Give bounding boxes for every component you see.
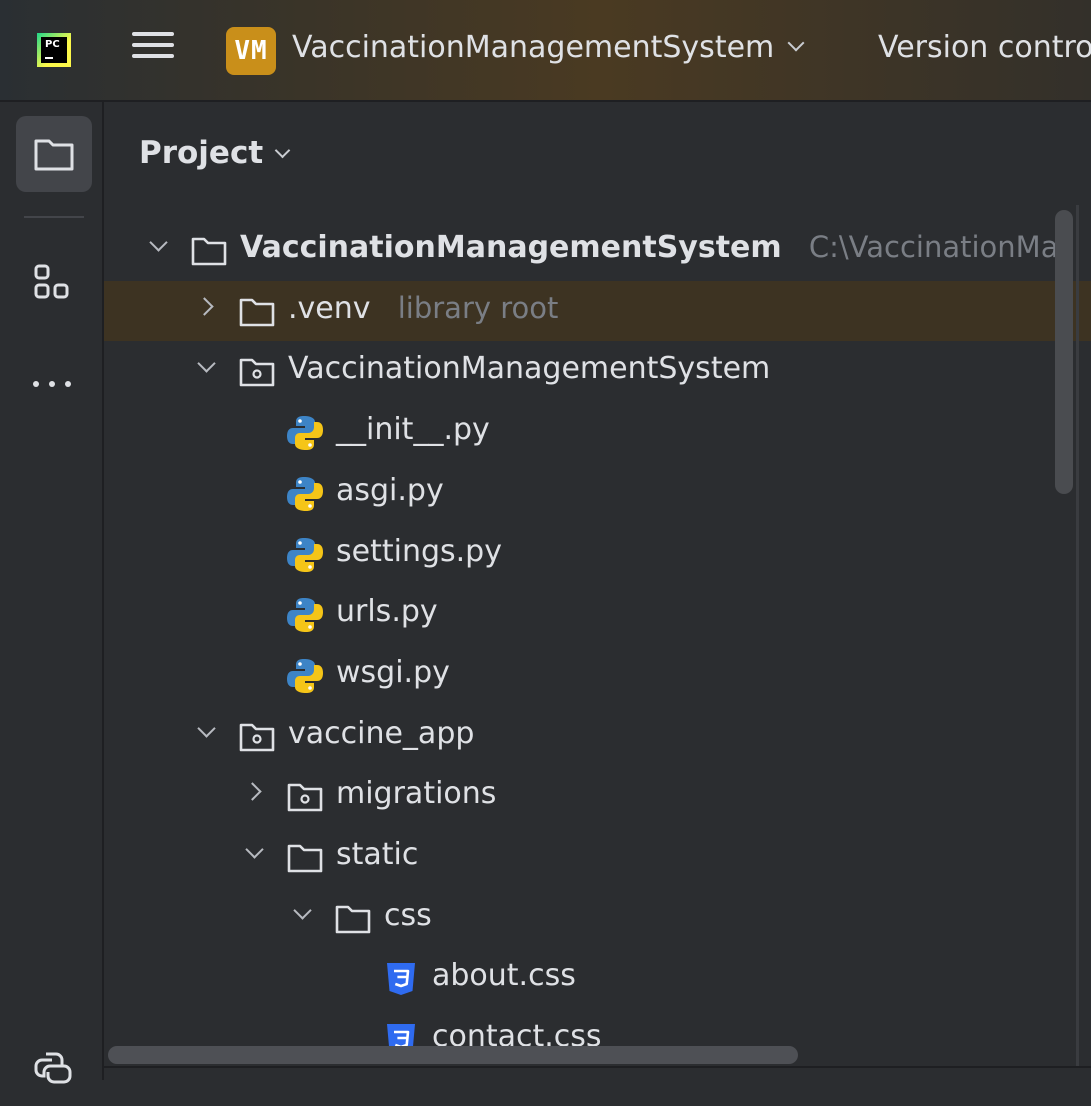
title-bar: PC VM VaccinationManagementSystem Versio… [0, 0, 1091, 102]
chevron-down-icon[interactable] [149, 233, 168, 252]
chevron-down-icon[interactable] [245, 840, 264, 859]
tree-item-label: urls.py [336, 594, 438, 629]
python-file-icon [286, 657, 324, 699]
tree-item-name: .venv [288, 291, 371, 326]
python-file-icon [286, 536, 324, 578]
horizontal-scrollbar[interactable] [108, 1046, 798, 1064]
tree-item-name: settings.py [336, 534, 502, 569]
chevron-right-icon[interactable] [195, 297, 214, 316]
tree-row[interactable]: migrations [104, 766, 1091, 826]
tree-item-label: VaccinationManagementSystem C:\Vaccinati… [240, 230, 1058, 265]
chevron-down-icon [274, 142, 291, 159]
tree-item-name: asgi.py [336, 473, 444, 508]
python-console-icon [34, 1052, 72, 1084]
pycharm-logo-icon[interactable]: PC [37, 33, 71, 67]
hamburger-line [132, 32, 174, 36]
tree-item-label: about.css [432, 958, 576, 993]
tree-row[interactable]: about.css [104, 948, 1091, 1008]
project-name-label: VaccinationManagementSystem [292, 30, 775, 65]
main-menu-button[interactable] [132, 32, 174, 70]
folder-icon [238, 293, 276, 333]
tree-item-name: static [336, 837, 419, 872]
package-icon [238, 718, 276, 758]
tree-row[interactable]: settings.py [104, 524, 1091, 584]
chevron-down-icon[interactable] [197, 354, 216, 373]
tree-item-label: wsgi.py [336, 655, 450, 690]
tree-item-label: migrations [336, 776, 496, 811]
tree-item-label: vaccine_app [288, 716, 474, 751]
tree-row[interactable]: .venv library root [104, 281, 1091, 341]
tree-item-hint: C:\VaccinationMa [799, 230, 1059, 264]
tree-row[interactable]: VaccinationManagementSystem C:\Vaccinati… [104, 220, 1091, 280]
tree-item-hint: library root [388, 291, 559, 325]
package-icon [286, 778, 324, 818]
python-file-icon [286, 596, 324, 638]
tool-window-strip [0, 102, 104, 1084]
folder-icon [334, 900, 372, 940]
tree-item-label: __init__.py [336, 412, 490, 447]
css-file-icon [382, 960, 420, 1002]
hamburger-line [132, 43, 174, 47]
tree-row[interactable]: asgi.py [104, 463, 1091, 523]
tree-item-name: __init__.py [336, 412, 490, 447]
tree-item-label: settings.py [336, 534, 502, 569]
chevron-right-icon[interactable] [243, 782, 262, 801]
tree-item-name: migrations [336, 776, 497, 811]
tree-item-label: asgi.py [336, 473, 444, 508]
tree-item-label: .venv library root [288, 291, 558, 326]
structure-icon [34, 264, 69, 299]
tree-row[interactable]: wsgi.py [104, 645, 1091, 705]
folder-icon [286, 839, 324, 879]
folder-icon [34, 139, 74, 171]
tree-row[interactable]: vaccine_app [104, 706, 1091, 766]
panel-title: Project [139, 135, 264, 171]
tree-item-label: static [336, 837, 418, 872]
package-icon [238, 353, 276, 393]
hamburger-line [132, 54, 174, 58]
project-view-selector[interactable]: Project [139, 135, 291, 171]
pycharm-logo-mark: PC [41, 37, 67, 63]
tree-row[interactable]: static [104, 827, 1091, 887]
more-tools-button[interactable] [16, 346, 92, 422]
project-panel: Project VaccinationManagementSystem C:\V… [104, 102, 1091, 1080]
tree-item-name: vaccine_app [288, 716, 475, 751]
python-file-icon [286, 475, 324, 517]
vertical-scrollbar[interactable] [1055, 210, 1073, 494]
structure-tool-button[interactable] [16, 244, 92, 320]
toolstrip-separator [24, 216, 84, 218]
tree-item-name: VaccinationManagementSystem [288, 351, 771, 386]
vertical-scrollbar-track [1076, 205, 1079, 1075]
tree-item-name: about.css [432, 958, 576, 993]
project-tool-button[interactable] [16, 116, 92, 192]
folder-icon [190, 232, 228, 272]
python-file-icon [286, 414, 324, 456]
version-control-menu[interactable]: Version control [878, 30, 1091, 65]
chevron-down-icon[interactable] [197, 719, 216, 738]
tree-row[interactable]: urls.py [104, 584, 1091, 644]
tree-item-label: VaccinationManagementSystem [288, 351, 770, 386]
project-selector[interactable]: VaccinationManagementSystem [292, 30, 805, 65]
more-icon [33, 381, 71, 387]
tree-item-name: wsgi.py [336, 655, 450, 690]
tree-item-name: css [384, 898, 432, 933]
chevron-down-icon[interactable] [293, 901, 312, 920]
tree-item-label: css [384, 898, 432, 933]
chevron-down-icon [787, 34, 805, 52]
project-badge[interactable]: VM [226, 27, 276, 75]
tree-item-name: VaccinationManagementSystem [240, 230, 782, 265]
python-console-button[interactable] [16, 1030, 92, 1106]
tree-row[interactable]: __init__.py [104, 402, 1091, 462]
tree-row[interactable]: VaccinationManagementSystem [104, 341, 1091, 401]
tree-item-name: urls.py [336, 594, 438, 629]
tree-row[interactable]: css [104, 888, 1091, 948]
